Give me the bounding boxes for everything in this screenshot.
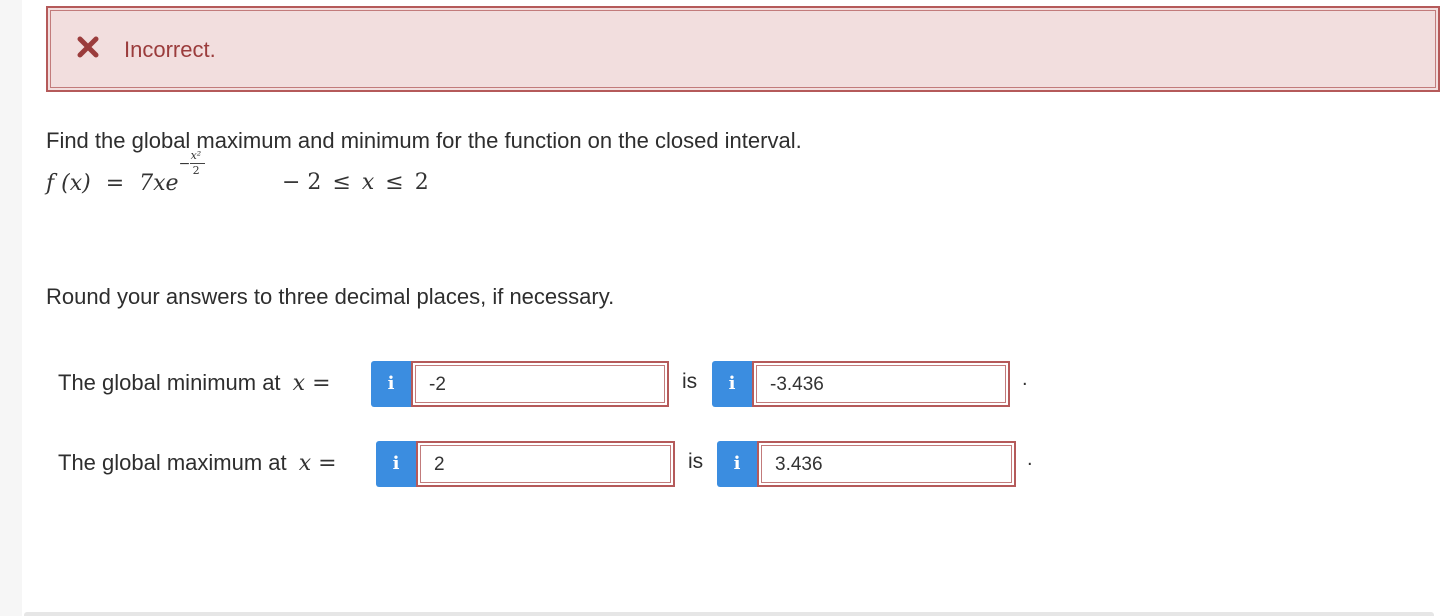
maximum-x-info-button[interactable]: i bbox=[376, 441, 416, 487]
maximum-x-value: 2 bbox=[434, 454, 445, 475]
maximum-is-label: is bbox=[688, 450, 704, 473]
maximum-y-input[interactable]: 3.436 bbox=[757, 441, 1016, 487]
interval-lower: − 2 bbox=[282, 170, 322, 195]
function-lhs: f (x) bbox=[46, 171, 91, 196]
bottom-divider bbox=[24, 612, 1434, 616]
feedback-alert-inner-border bbox=[50, 10, 1436, 88]
maximum-label: The global maximum at x = bbox=[58, 450, 337, 476]
minimum-label: The global minimum at x = bbox=[58, 370, 331, 396]
minimum-y-info-button[interactable]: i bbox=[712, 361, 752, 407]
rounding-note: Round your answers to three decimal plac… bbox=[46, 284, 615, 309]
minimum-x-input[interactable]: -2 bbox=[411, 361, 669, 407]
interval-upper: 2 bbox=[414, 170, 429, 195]
interval-var: x bbox=[361, 170, 375, 195]
minimum-y-input[interactable]: -3.436 bbox=[752, 361, 1010, 407]
interval: − 2 ≤ x ≤ 2 bbox=[282, 170, 429, 195]
minimum-y-value: -3.436 bbox=[770, 374, 824, 395]
interval-le-2: ≤ bbox=[385, 170, 404, 195]
minimum-x-value: -2 bbox=[429, 374, 446, 395]
function-equals: = bbox=[105, 171, 125, 196]
interval-le-1: ≤ bbox=[332, 170, 351, 195]
maximum-period: . bbox=[1027, 448, 1033, 470]
maximum-x-input[interactable]: 2 bbox=[416, 441, 675, 487]
function-coefficient: 7xe bbox=[139, 171, 179, 196]
exponent-numerator: x² bbox=[190, 149, 202, 162]
function-formula: f (x) = 7xe − x² 2 bbox=[46, 149, 215, 196]
minimum-var: x = bbox=[292, 371, 331, 396]
maximum-label-text: The global maximum at bbox=[58, 450, 287, 475]
maximum-x-input-inner-border bbox=[420, 445, 671, 483]
exponent-minus: − bbox=[178, 156, 191, 172]
feedback-alert: Incorrect. bbox=[46, 6, 1440, 92]
question-prompt: Find the global maximum and minimum for … bbox=[46, 128, 802, 153]
exponent-denominator: 2 bbox=[192, 164, 200, 177]
maximum-y-info-button[interactable]: i bbox=[717, 441, 757, 487]
minimum-period: . bbox=[1022, 368, 1028, 390]
x-mark-icon bbox=[77, 36, 99, 58]
function-exponent: − x² 2 bbox=[179, 149, 215, 190]
minimum-x-input-inner-border bbox=[415, 365, 665, 403]
minimum-x-info-button[interactable]: i bbox=[371, 361, 411, 407]
feedback-text: Incorrect. bbox=[124, 37, 216, 62]
maximum-var: x = bbox=[298, 451, 337, 476]
maximum-y-value: 3.436 bbox=[775, 454, 823, 475]
minimum-label-text: The global minimum at bbox=[58, 370, 281, 395]
minimum-is-label: is bbox=[682, 370, 698, 393]
